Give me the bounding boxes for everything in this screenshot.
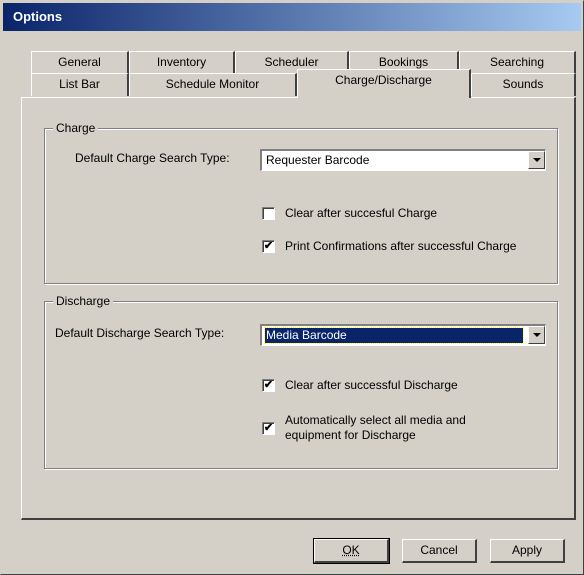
print-confirmations-label: Print Confirmations after successful Cha… (285, 239, 517, 253)
auto-select-media-label-line2: equipment for Discharge (285, 428, 416, 442)
ok-button-label: OK (342, 543, 360, 557)
tab-list-bar[interactable]: List Bar (31, 73, 129, 96)
checkmark-icon: ✔ (263, 379, 274, 391)
discharge-group: Discharge Default Discharge Search Type:… (44, 294, 558, 469)
tab-label: Schedule Monitor (165, 77, 260, 91)
tab-label: General (58, 55, 101, 69)
tab-sounds[interactable]: Sounds (471, 73, 576, 96)
checkmark-icon: ✔ (263, 240, 274, 252)
tab-general[interactable]: General (31, 51, 129, 74)
discharge-search-type-select[interactable]: Media Barcode (260, 324, 546, 346)
charge-group: Charge Default Charge Search Type: Reque… (44, 121, 558, 284)
charge-search-type-select[interactable]: Requester Barcode (260, 149, 546, 171)
tab-label: Sounds (502, 77, 544, 91)
ok-button[interactable]: OK (313, 538, 390, 564)
auto-select-media-checkbox[interactable]: ✔ (262, 422, 275, 435)
tab-label: Charge/Discharge (335, 73, 432, 87)
options-dialog: Options General Inventory Scheduler Book… (0, 0, 584, 575)
cancel-button[interactable]: Cancel (402, 539, 477, 563)
checkmark-icon: ✔ (263, 422, 274, 434)
tab-label: List Bar (59, 77, 100, 91)
charge-search-type-label: Default Charge Search Type: (75, 151, 230, 165)
charge-search-type-value: Requester Barcode (266, 153, 370, 167)
tab-charge-discharge[interactable]: Charge/Discharge (297, 69, 471, 98)
cancel-button-label: Cancel (420, 543, 458, 557)
clear-after-discharge-checkbox[interactable]: ✔ (262, 379, 275, 392)
tab-searching[interactable]: Searching (459, 51, 576, 74)
discharge-search-type-value: Media Barcode (264, 327, 524, 344)
tab-label: Inventory (156, 55, 207, 69)
discharge-group-label: Discharge (53, 294, 114, 308)
tab-inventory[interactable]: Inventory (129, 51, 235, 74)
clear-after-charge-checkbox[interactable] (262, 207, 275, 220)
discharge-search-type-label: Default Discharge Search Type: (55, 326, 225, 340)
apply-button[interactable]: Apply (490, 539, 565, 563)
window-title: Options (13, 9, 63, 24)
charge-group-label: Charge (53, 121, 99, 135)
tab-schedule-monitor[interactable]: Schedule Monitor (129, 73, 297, 96)
tab-panel: Charge Default Charge Search Type: Reque… (21, 97, 576, 520)
print-confirmations-checkbox[interactable]: ✔ (262, 240, 275, 253)
chevron-down-icon[interactable] (528, 151, 545, 169)
apply-button-label: Apply (511, 543, 543, 557)
tab-label: Searching (489, 55, 545, 69)
clear-after-charge-label: Clear after succesful Charge (285, 206, 438, 220)
chevron-down-icon[interactable] (528, 326, 545, 344)
auto-select-media-label-line1: Automatically select all media and (285, 413, 466, 427)
title-bar[interactable]: Options (3, 3, 581, 31)
clear-after-discharge-label: Clear after successful Discharge (285, 378, 458, 392)
